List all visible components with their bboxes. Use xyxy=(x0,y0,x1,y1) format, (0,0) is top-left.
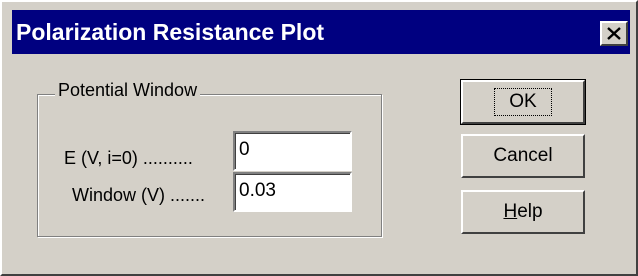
cancel-button[interactable]: Cancel xyxy=(461,134,585,178)
help-button[interactable]: Help xyxy=(461,190,585,234)
ok-button-label: OK xyxy=(494,88,552,116)
window-input[interactable]: 0.03 xyxy=(233,172,352,212)
close-icon xyxy=(607,27,621,40)
dialog-window: Polarization Resistance Plot Potential W… xyxy=(0,0,638,276)
e-field-label: E (V, i=0) .......... xyxy=(64,148,193,168)
group-legend: Potential Window xyxy=(55,78,201,102)
close-button[interactable] xyxy=(600,21,628,46)
help-button-label: Help xyxy=(503,201,543,222)
window-title: Polarization Resistance Plot xyxy=(16,19,325,45)
window-field-label: Window (V) ....... xyxy=(72,185,206,205)
cancel-button-label: Cancel xyxy=(493,145,553,166)
e-input[interactable]: 0 xyxy=(233,131,352,171)
title-bar[interactable]: Polarization Resistance Plot xyxy=(12,10,630,54)
ok-button[interactable]: OK xyxy=(460,79,586,125)
